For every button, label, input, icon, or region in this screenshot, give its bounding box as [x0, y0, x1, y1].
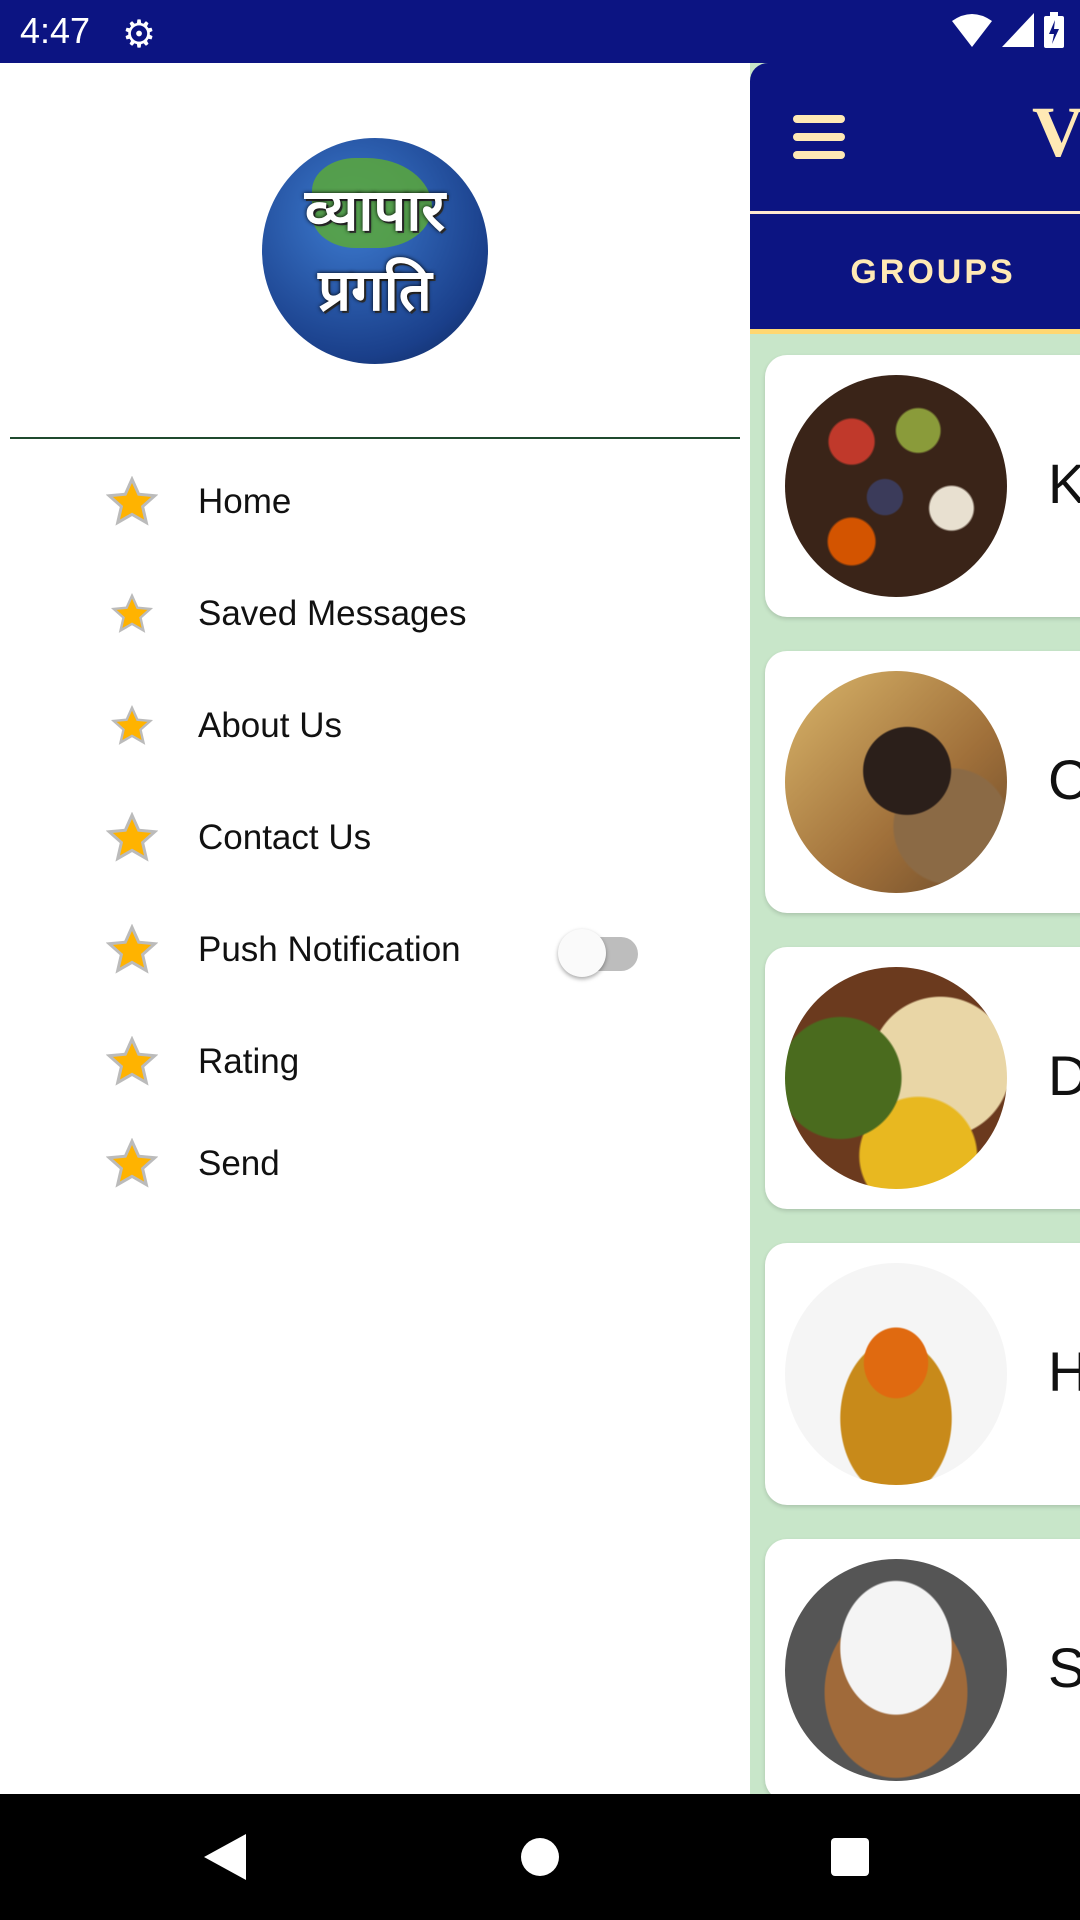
menu-label: Contact Us — [198, 818, 372, 857]
menu-label: Saved Messages — [198, 594, 467, 633]
menu-item-contact-us[interactable]: Contact Us — [0, 793, 750, 883]
drawer-divider — [10, 437, 740, 439]
menu-label: Rating — [198, 1042, 300, 1081]
tab-bar: GROUPS — [750, 214, 1080, 334]
group-card[interactable]: C — [765, 651, 1080, 913]
group-card[interactable]: S — [765, 1539, 1080, 1794]
logo-text-line-1: व्यापार — [304, 178, 446, 243]
back-icon[interactable] — [204, 1834, 246, 1880]
menu-label: Push Notification — [198, 930, 461, 969]
star-icon — [106, 476, 158, 526]
star-icon — [106, 1138, 158, 1188]
salt-sugar-image — [785, 1559, 1007, 1781]
star-icon — [106, 1036, 158, 1086]
app-title: V — [1032, 92, 1080, 172]
menu-item-send[interactable]: Send — [0, 1119, 750, 1209]
star-icon — [111, 705, 153, 745]
status-bar: 4:47 ⚙ — [0, 0, 1080, 63]
pulses-image — [785, 967, 1007, 1189]
turmeric-image — [785, 1263, 1007, 1485]
group-name: D — [1048, 1044, 1080, 1107]
status-time: 4:47 — [20, 10, 91, 51]
group-name: C — [1048, 748, 1080, 811]
star-icon — [106, 812, 158, 862]
hamburger-menu-icon[interactable] — [793, 115, 845, 159]
navigation-drawer: व्यापार प्रगति Home Saved Messages About… — [0, 63, 750, 1794]
app-bar: V — [750, 63, 1080, 211]
menu-item-home[interactable]: Home — [0, 457, 750, 547]
menu-item-about-us[interactable]: About Us — [0, 681, 750, 771]
app-logo: व्यापार प्रगति — [262, 138, 488, 364]
battery-charging-icon — [1044, 12, 1064, 48]
push-notification-toggle[interactable] — [558, 929, 640, 977]
grains-image — [785, 671, 1007, 893]
recents-icon[interactable] — [830, 1834, 870, 1880]
home-icon[interactable] — [520, 1834, 560, 1880]
group-card[interactable]: D — [765, 947, 1080, 1209]
system-nav-bar — [0, 1794, 1080, 1920]
spices-image — [785, 375, 1007, 597]
menu-label: Send — [198, 1144, 280, 1183]
menu-label: Home — [198, 482, 292, 521]
star-icon — [106, 924, 158, 974]
main-content: V GROUPS K C D H S — [750, 63, 1080, 1794]
menu-item-rating[interactable]: Rating — [0, 1017, 750, 1107]
menu-item-push-notification[interactable]: Push Notification — [0, 905, 750, 995]
menu-label: About Us — [198, 706, 342, 745]
group-name: K — [1048, 452, 1080, 515]
tab-groups[interactable]: GROUPS — [750, 214, 1080, 330]
group-name: H — [1048, 1340, 1080, 1403]
group-name: S — [1048, 1636, 1080, 1699]
menu-item-saved-messages[interactable]: Saved Messages — [0, 569, 750, 659]
wifi-icon — [952, 14, 992, 47]
tab-indicator — [750, 329, 1080, 334]
star-icon — [111, 593, 153, 633]
group-card[interactable]: H — [765, 1243, 1080, 1505]
signal-icon — [1002, 13, 1034, 47]
logo-text-line-2: प्रगति — [318, 258, 432, 323]
group-card[interactable]: K — [765, 355, 1080, 617]
settings-gear-icon: ⚙ — [122, 14, 157, 56]
